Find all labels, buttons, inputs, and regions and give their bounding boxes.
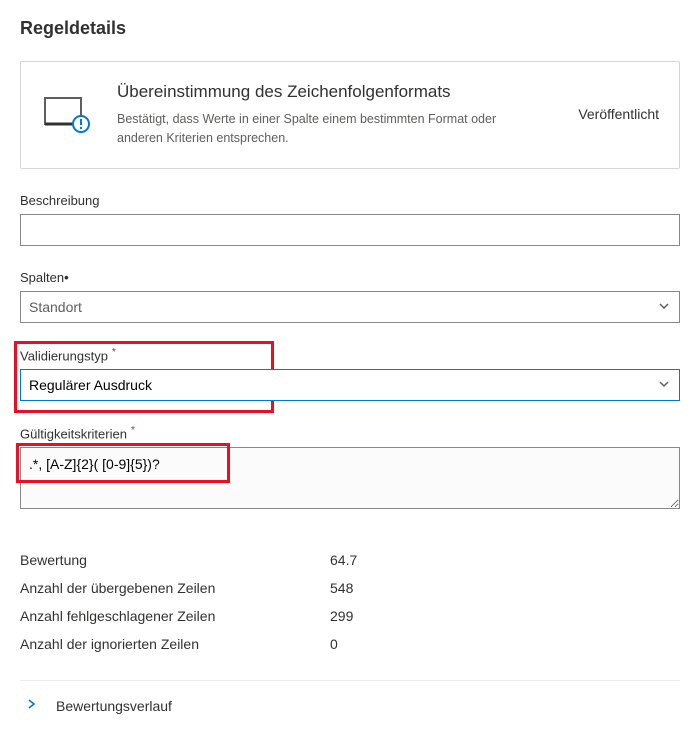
metric-label: Anzahl fehlgeschlagener Zeilen bbox=[20, 608, 330, 624]
history-row[interactable]: Bewertungsverlauf bbox=[20, 680, 680, 714]
history-label: Bewertungsverlauf bbox=[56, 698, 172, 714]
metrics-section: Bewertung 64.7 Anzahl der übergebenen Ze… bbox=[20, 546, 680, 658]
validation-type-value[interactable] bbox=[20, 369, 680, 401]
description-input[interactable] bbox=[20, 214, 680, 246]
criteria-field: Gültigkeitskriterien* .*, [A-Z]{2}( [0-9… bbox=[20, 425, 680, 512]
columns-label: Spalten• bbox=[20, 270, 680, 285]
rule-summary-card: Übereinstimmung des Zeichenfolgenformats… bbox=[20, 61, 680, 169]
columns-field: Spalten• bbox=[20, 270, 680, 323]
metric-value: 0 bbox=[330, 636, 338, 652]
metric-label: Bewertung bbox=[20, 552, 330, 568]
metric-label: Anzahl der übergebenen Zeilen bbox=[20, 580, 330, 596]
metric-label: Anzahl der ignorierten Zeilen bbox=[20, 636, 330, 652]
metric-row: Anzahl der übergebenen Zeilen 548 bbox=[20, 574, 680, 602]
metric-row: Anzahl der ignorierten Zeilen 0 bbox=[20, 630, 680, 658]
metric-value: 64.7 bbox=[330, 552, 357, 568]
description-field: Beschreibung bbox=[20, 193, 680, 246]
validation-type-select[interactable] bbox=[20, 369, 680, 401]
chevron-right-icon bbox=[24, 697, 38, 714]
criteria-label: Gültigkeitskriterien* bbox=[20, 425, 680, 441]
columns-value[interactable] bbox=[20, 291, 680, 323]
description-label: Beschreibung bbox=[20, 193, 680, 208]
criteria-input[interactable]: .*, [A-Z]{2}( [0-9]{5})? bbox=[20, 447, 680, 509]
metric-value: 299 bbox=[330, 608, 353, 624]
metric-value: 548 bbox=[330, 580, 353, 596]
status-badge: Veröffentlicht bbox=[578, 106, 659, 122]
page-title: Regeldetails bbox=[20, 18, 680, 39]
card-description: Bestätigt, dass Werte in einer Spalte ei… bbox=[117, 110, 537, 148]
validation-type-label: Validierungstyp* bbox=[20, 347, 680, 363]
metric-row: Anzahl fehlgeschlagener Zeilen 299 bbox=[20, 602, 680, 630]
validation-type-field: Validierungstyp* bbox=[20, 347, 680, 401]
rule-type-icon bbox=[37, 97, 97, 133]
card-title: Übereinstimmung des Zeichenfolgenformats bbox=[117, 82, 558, 102]
columns-select[interactable] bbox=[20, 291, 680, 323]
metric-row: Bewertung 64.7 bbox=[20, 546, 680, 574]
